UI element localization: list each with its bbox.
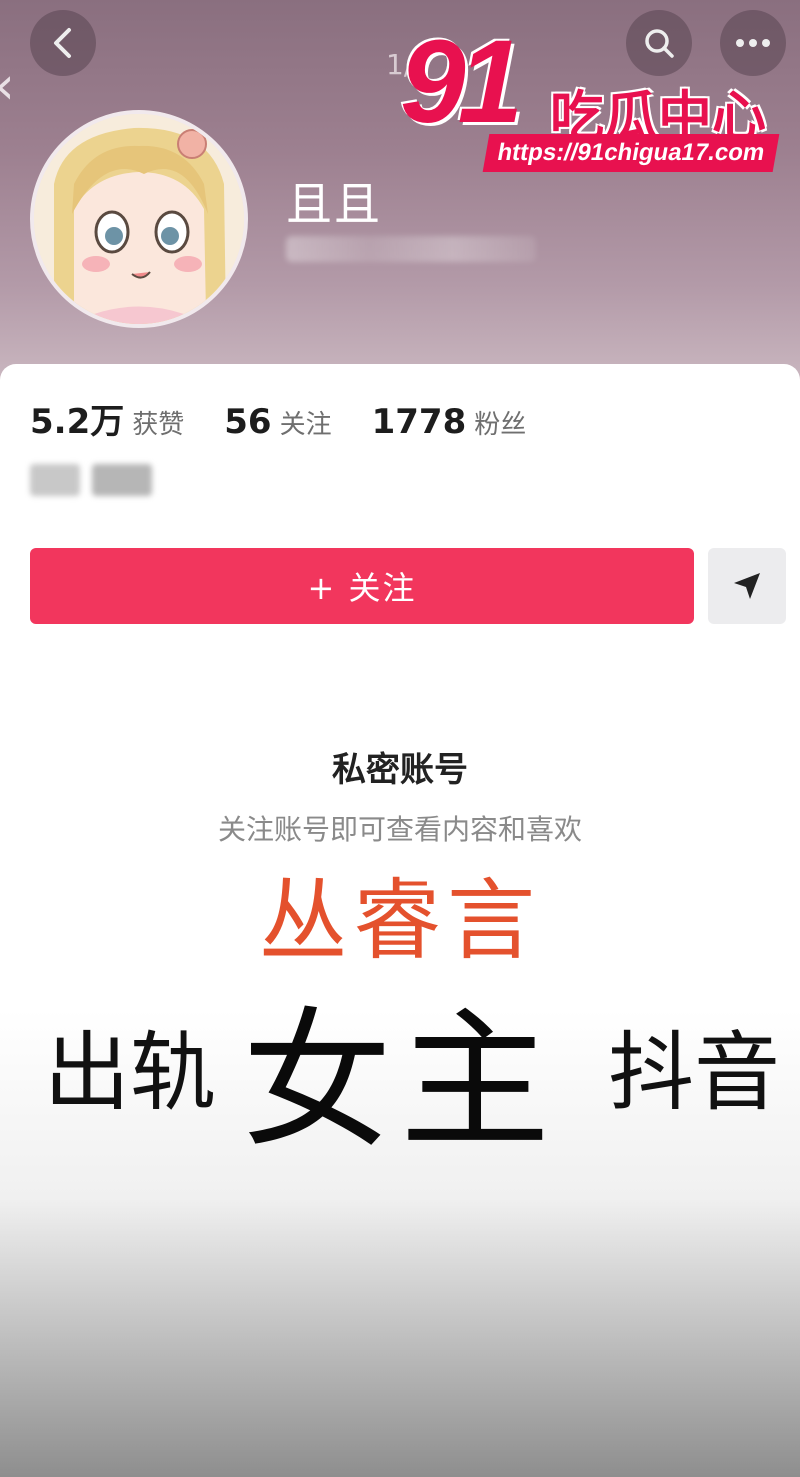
stat-following-value: 56 <box>224 402 272 442</box>
watermark-number: 91 <box>400 16 523 148</box>
overlay-left-text: 出轨 <box>44 1023 216 1123</box>
blurred-tag <box>92 464 152 496</box>
blurred-user-id <box>286 236 536 262</box>
profile-header: ‹ 1/ <box>0 0 800 380</box>
overlay-caption: 出轨 女主 抖音 <box>0 960 800 1169</box>
overlay-right-text: 抖音 <box>608 1023 780 1123</box>
stat-followers-label: 粉丝 <box>474 410 527 440</box>
stat-followers[interactable]: 1778 粉丝 <box>372 402 527 442</box>
stat-likes-value: 5.2万 <box>30 402 125 442</box>
blurred-tag <box>30 464 80 496</box>
watermark-url: https://91chigua17.com <box>482 134 780 172</box>
avatar-image <box>34 114 244 324</box>
follow-button[interactable]: + 关注 <box>30 548 694 624</box>
stat-following[interactable]: 56 关注 <box>224 402 331 442</box>
back-button[interactable] <box>30 10 96 76</box>
username: 且且 <box>286 177 382 231</box>
stats-row: 5.2万 获赞 56 关注 1778 粉丝 <box>30 394 566 443</box>
stat-followers-value: 1778 <box>371 402 467 442</box>
avatar[interactable] <box>30 110 248 328</box>
stat-following-label: 关注 <box>279 410 332 440</box>
send-icon <box>734 573 760 599</box>
overlay-middle-text: 女主 <box>242 995 559 1169</box>
chevron-left-icon <box>54 28 71 58</box>
overlay-name: 丛睿言 <box>258 869 541 972</box>
share-button[interactable] <box>708 548 786 624</box>
stat-likes[interactable]: 5.2万 获赞 <box>30 394 184 443</box>
edge-back-icon[interactable]: ‹ <box>0 56 15 116</box>
blurred-tags <box>30 464 164 496</box>
stat-likes-label: 获赞 <box>132 410 185 440</box>
private-account-subtitle: 关注账号即可查看内容和喜欢 <box>217 813 582 846</box>
watermark-logo: 91 吃瓜中心 https://91chigua17.com <box>400 16 790 172</box>
private-account-title: 私密账号 <box>332 750 468 790</box>
